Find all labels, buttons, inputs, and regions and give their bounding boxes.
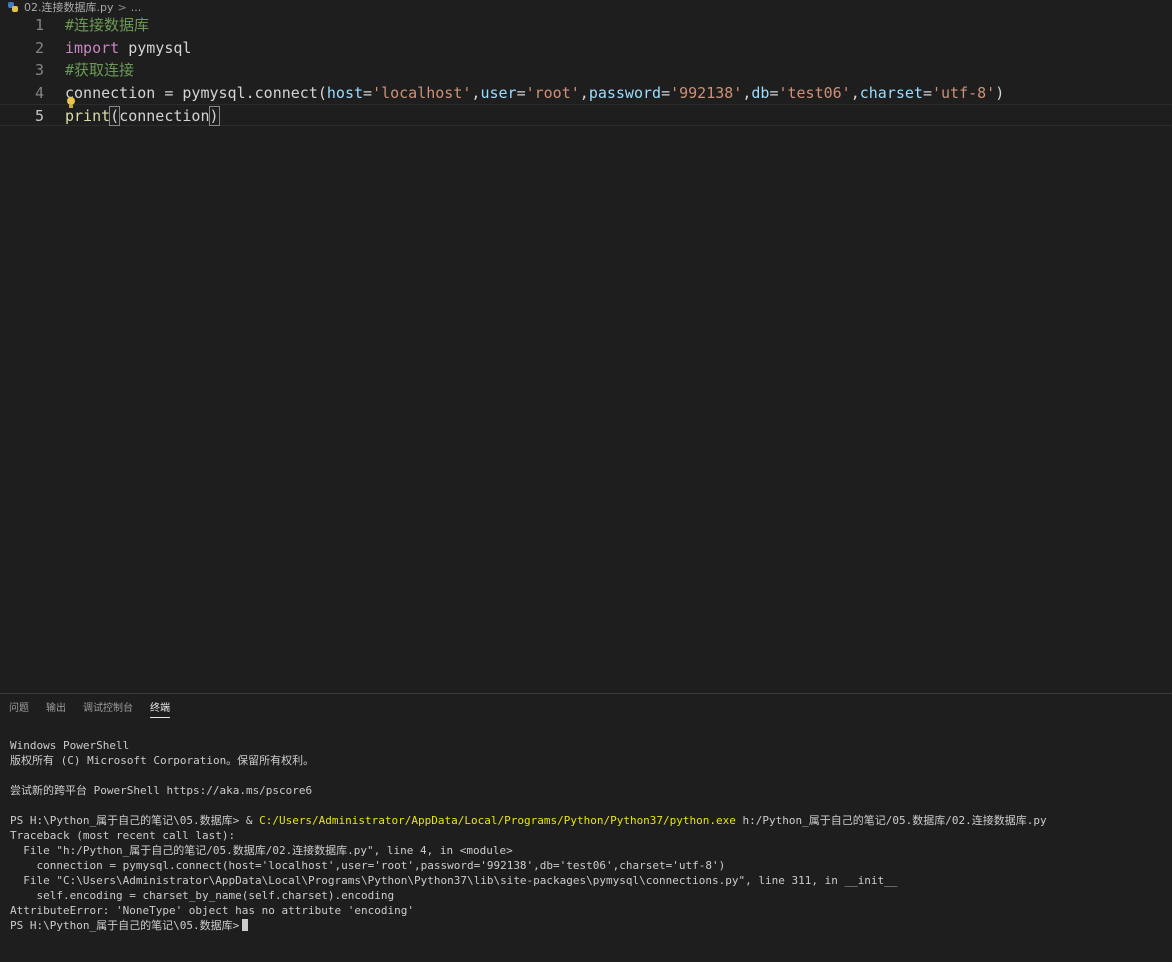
string-token: '992138' <box>670 84 743 102</box>
code-line-current[interactable]: 5 print(connection) <box>0 104 1172 126</box>
terminal-line: Traceback (most recent call last): <box>10 829 236 842</box>
terminal-line: Windows PowerShell <box>10 739 130 752</box>
code-text: #获取连接 <box>65 59 134 81</box>
line-number: 4 <box>34 84 44 102</box>
line-number: 3 <box>34 61 44 79</box>
terminal-prompt-line: PS H:\Python_属于自己的笔记\05.数据库> <box>10 918 1047 933</box>
lightbulb-icon[interactable] <box>66 97 76 109</box>
string-token: 'utf-8' <box>932 84 996 102</box>
string-token: 'localhost' <box>372 84 472 102</box>
param-token: password <box>588 84 662 102</box>
panel-tabs: 问题 输出 调试控制台 终端 <box>0 694 187 724</box>
terminal-command-line: PS H:\Python_属于自己的笔记\05.数据库> & C:/Users/… <box>10 813 1047 828</box>
terminal-output[interactable]: Windows PowerShell 版权所有 (C) Microsoft Cor… <box>10 738 1047 933</box>
terminal-prompt: PS H:\Python_属于自己的笔记\05.数据库> <box>10 919 240 932</box>
operator-token: = <box>155 84 183 102</box>
python-file-icon <box>8 2 18 12</box>
tab-terminal[interactable]: 终端 <box>150 694 170 724</box>
operator-token: = <box>363 84 373 102</box>
arg-token: connection <box>119 107 210 125</box>
param-token: host <box>326 84 364 102</box>
code-editor[interactable]: 1 #连接数据库 2 import pymysql 3 #获取连接 4 conn… <box>0 14 1172 693</box>
terminal-line: 尝试新的跨平台 PowerShell https://aka.ms/pscore… <box>10 784 313 797</box>
comment-token: #获取连接 <box>65 61 135 79</box>
line-number: 1 <box>34 16 44 34</box>
code-text: connection = pymysql.connect(host='local… <box>65 82 1004 104</box>
keyword-token: import <box>65 39 120 57</box>
terminal-prompt: PS H:\Python_属于自己的笔记\05.数据库> <box>10 814 246 827</box>
function-token: print <box>65 107 111 125</box>
tab-problems[interactable]: 问题 <box>9 694 29 724</box>
param-token: charset <box>859 84 923 102</box>
code-line[interactable]: 2 import pymysql <box>0 37 1172 59</box>
var-token: connection <box>65 84 156 102</box>
string-token: 'root' <box>525 84 580 102</box>
terminal-line: ​ <box>10 798 1047 813</box>
tab-debug-console[interactable]: 调试控制台 <box>83 694 133 724</box>
comma-token: , <box>850 84 860 102</box>
terminal-line: ​ <box>10 768 1047 783</box>
breadcrumb[interactable]: 02.连接数据库.py > ... <box>0 0 1172 14</box>
paren-token: ) <box>995 84 1005 102</box>
terminal-line: 版权所有 (C) Microsoft Corporation。保留所有权利。 <box>10 754 315 767</box>
comment-token: #连接数据库 <box>65 16 150 34</box>
paren-token: ( <box>317 84 327 102</box>
bracket-match: ) <box>208 106 220 126</box>
string-token: 'test06' <box>778 84 851 102</box>
operator-token: = <box>661 84 671 102</box>
code-line[interactable]: 1 #连接数据库 <box>0 14 1172 36</box>
line-number: 5 <box>34 107 44 125</box>
param-token: db <box>751 84 770 102</box>
comma-token: , <box>579 84 589 102</box>
line-number: 2 <box>34 39 44 57</box>
terminal-cursor[interactable] <box>242 919 249 931</box>
terminal-argument: h:/Python_属于自己的笔记/05.数据库/02.连接数据库.py <box>735 814 1047 827</box>
function-token: connect <box>254 84 318 102</box>
module-token: pymysql <box>119 39 192 57</box>
terminal-line: connection = pymysql.connect(host='local… <box>10 859 726 872</box>
terminal-operator: & <box>245 814 260 827</box>
breadcrumb-more[interactable]: ... <box>131 1 142 14</box>
terminal-line: File "C:\Users\Administrator\AppData\Loc… <box>10 874 898 887</box>
terminal-line: AttributeError: 'NoneType' object has no… <box>10 904 414 917</box>
code-text: import pymysql <box>65 37 191 59</box>
code-text: print(connection) <box>65 105 220 127</box>
code-text: #连接数据库 <box>65 14 149 36</box>
tab-output[interactable]: 输出 <box>46 694 66 724</box>
chevron-right-icon: > <box>117 0 127 14</box>
terminal-line: File "h:/Python_属于自己的笔记/05.数据库/02.连接数据库.… <box>10 844 513 857</box>
code-line[interactable]: 3 #获取连接 <box>0 59 1172 81</box>
operator-token: = <box>516 84 526 102</box>
terminal-line: self.encoding = charset_by_name(self.cha… <box>10 889 395 902</box>
code-line[interactable]: 4 connection = pymysql.connect(host='loc… <box>0 82 1172 104</box>
module-token: pymysql <box>182 84 246 102</box>
dot-token: . <box>245 84 255 102</box>
operator-token: = <box>922 84 932 102</box>
terminal-executable: C:/Users/Administrator/AppData/Local/Pro… <box>259 814 736 827</box>
breadcrumb-file[interactable]: 02.连接数据库.py <box>24 0 113 15</box>
bracket-match: ( <box>109 106 121 126</box>
param-token: user <box>480 84 517 102</box>
bottom-panel: 问题 输出 调试控制台 终端 Windows PowerShell 版权所有 (C… <box>0 693 1172 962</box>
